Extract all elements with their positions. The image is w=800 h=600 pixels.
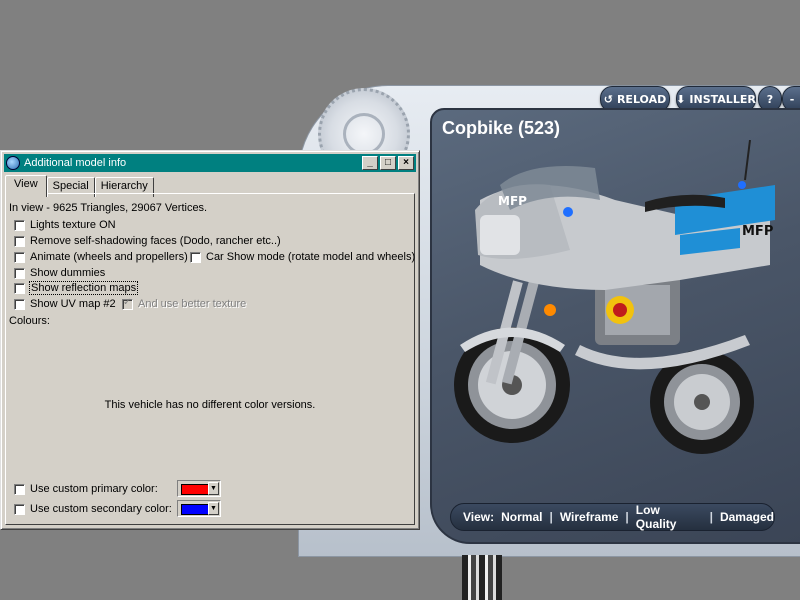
dummies-option[interactable]: Show dummies xyxy=(14,267,105,279)
additional-model-info-dialog: Additional model info _ □ × View Special… xyxy=(0,150,420,530)
car-show-checkbox[interactable] xyxy=(190,251,201,263)
view-mode-low-quality[interactable]: Low Quality xyxy=(636,503,703,531)
model-title: Copbike (523) xyxy=(442,118,561,138)
view-mode-label: View: xyxy=(463,510,495,524)
primary-color-picker[interactable]: ▼ xyxy=(177,480,221,497)
view-mode-normal[interactable]: Normal xyxy=(501,510,542,524)
dialog-title: Additional model info xyxy=(24,157,127,169)
reflection-maps-option[interactable]: Show reflection maps xyxy=(14,281,139,295)
uv-map-checkbox[interactable] xyxy=(14,298,25,310)
no-colors-message: This vehicle has no different color vers… xyxy=(104,399,316,411)
view-mode-separator: | xyxy=(709,510,713,524)
globe-icon xyxy=(6,156,20,170)
reflection-maps-checkbox[interactable] xyxy=(14,282,25,294)
reload-icon: ↺ xyxy=(603,92,613,106)
lights-texture-option[interactable]: Lights texture ON xyxy=(14,219,116,231)
secondary-color-picker[interactable]: ▼ xyxy=(177,500,221,517)
secondary-color-swatch xyxy=(181,504,209,515)
viewer-stand xyxy=(462,555,502,600)
animate-option[interactable]: Animate (wheels and propellers) xyxy=(14,251,188,263)
animate-checkbox[interactable] xyxy=(14,251,25,263)
view-tab-panel: In view - 9625 Triangles, 29067 Vertices… xyxy=(5,193,415,525)
primary-color-option[interactable]: Use custom primary color: xyxy=(14,483,158,495)
primary-color-checkbox[interactable] xyxy=(14,483,25,495)
better-texture-option: And use better texture xyxy=(122,297,246,310)
better-texture-checkbox xyxy=(122,297,133,310)
chevron-down-icon[interactable]: ▼ xyxy=(208,482,219,495)
svg-text:MFP: MFP xyxy=(498,194,527,208)
view-mode-separator: | xyxy=(625,510,629,524)
view-mode-bar: View: Normal | Wireframe | Low Quality |… xyxy=(450,503,775,531)
chevron-down-icon[interactable]: ▼ xyxy=(208,502,219,515)
secondary-color-checkbox[interactable] xyxy=(14,503,25,515)
car-show-option[interactable]: Car Show mode (rotate model and wheels) xyxy=(190,251,415,263)
primary-color-swatch xyxy=(181,484,209,495)
colours-label: Colours: xyxy=(9,315,50,327)
motorcycle-model-image: MFP MFP xyxy=(454,140,775,454)
gear-logo-center xyxy=(343,113,385,155)
view-mode-separator: | xyxy=(549,510,553,524)
close-button[interactable]: × xyxy=(398,156,414,170)
lights-texture-checkbox[interactable] xyxy=(14,219,25,231)
download-arrow-icon: ⬇ xyxy=(676,92,686,106)
tab-view[interactable]: View xyxy=(5,175,47,197)
self-shadow-checkbox[interactable] xyxy=(14,235,25,247)
view-mode-wireframe[interactable]: Wireframe xyxy=(560,510,619,524)
triangle-stats: In view - 9625 Triangles, 29067 Vertices… xyxy=(9,202,208,214)
svg-text:MFP: MFP xyxy=(742,224,773,239)
secondary-color-option[interactable]: Use custom secondary color: xyxy=(14,503,172,515)
uv-map-option[interactable]: Show UV map #2 xyxy=(14,298,116,310)
self-shadow-option[interactable]: Remove self-shadowing faces (Dodo, ranch… xyxy=(14,235,281,247)
view-mode-damaged[interactable]: Damaged xyxy=(720,510,774,524)
maximize-button[interactable]: □ xyxy=(380,156,396,170)
minimize-button[interactable]: _ xyxy=(362,156,378,170)
dummies-checkbox[interactable] xyxy=(14,267,25,279)
dialog-titlebar[interactable]: Additional model info _ □ × xyxy=(4,154,416,172)
